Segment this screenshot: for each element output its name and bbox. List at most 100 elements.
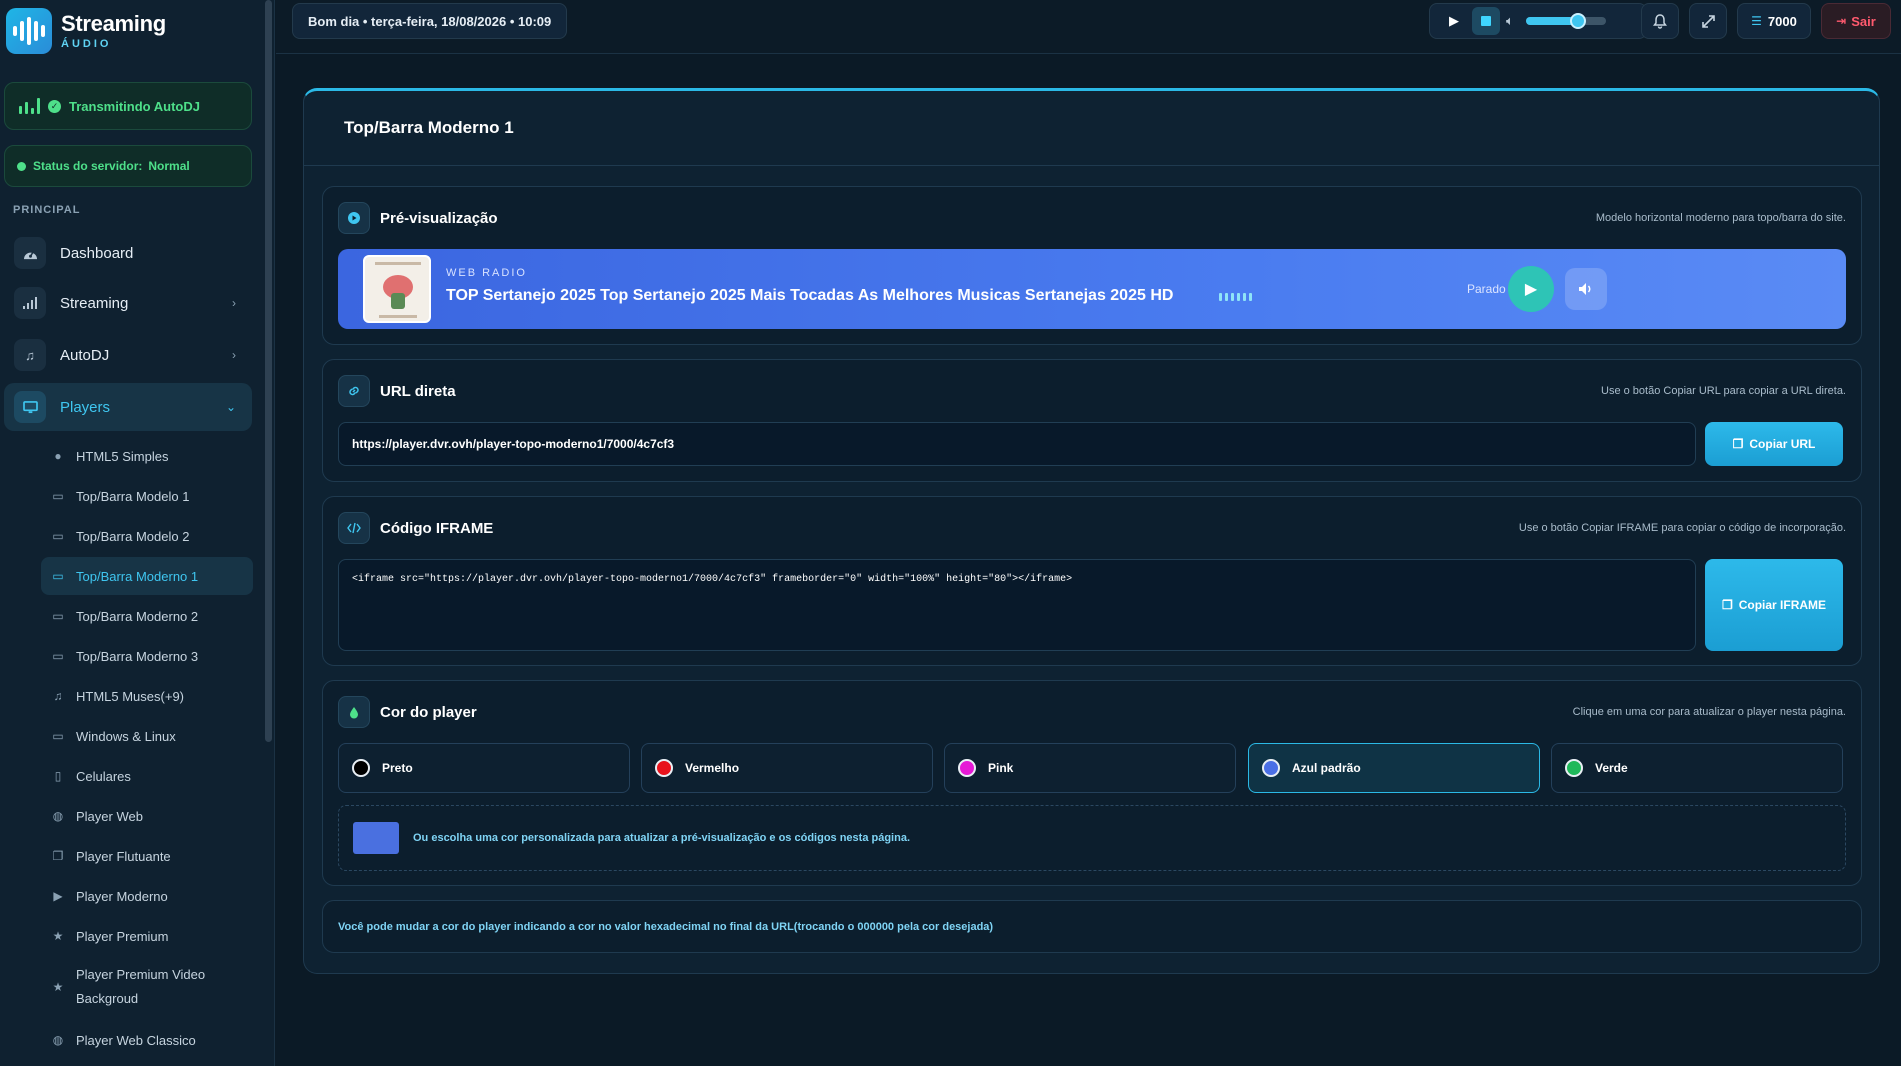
iframe-code-textarea[interactable]: <iframe src="https://player.dvr.ovh/play…	[338, 559, 1696, 651]
url-title: URL direta	[380, 382, 456, 400]
volume-icon	[1579, 283, 1591, 295]
color-swatch	[1565, 759, 1583, 777]
notifications-button[interactable]	[1641, 3, 1679, 39]
window-icon: ▭	[52, 529, 64, 543]
color-option-label: Vermelho	[685, 761, 740, 775]
color-option-preto[interactable]: Preto	[338, 743, 630, 793]
play-circle-icon	[338, 202, 370, 234]
brand[interactable]: Streaming ÁUDIO	[6, 8, 166, 54]
copy-icon: ❐	[1732, 437, 1744, 451]
sidebar-subitem-label: Player Premium	[76, 928, 169, 944]
volume-slider-handle[interactable]	[1569, 13, 1586, 29]
sidebar-subitem-top-barra-moderno-3[interactable]: ▭ Top/Barra Moderno 3	[41, 637, 253, 675]
sidebar-subitem-label: Player Web Classico	[76, 1032, 196, 1048]
sidebar-subitem-label: HTML5 Simples	[76, 448, 169, 464]
copy-iframe-button[interactable]: ❐ Copiar IFRAME	[1705, 559, 1843, 651]
brand-title: Streaming	[61, 11, 166, 36]
page-title: Top/Barra Moderno 1	[304, 91, 1879, 166]
play-button[interactable]: ▶	[1440, 7, 1468, 35]
sidebar-subitem-player-moderno[interactable]: ▶ Player Moderno	[41, 877, 253, 915]
volume-slider[interactable]	[1525, 13, 1606, 29]
sidebar-subitem-player-flutuante[interactable]: ❐ Player Flutuante	[41, 837, 253, 875]
sidebar-item-dashboard[interactable]: Dashboard	[4, 229, 252, 277]
monitor-icon	[14, 391, 46, 423]
listeners-count[interactable]: ☰ 7000	[1737, 3, 1811, 39]
custom-color-text: Ou escolha uma cor personalizada para at…	[413, 832, 911, 844]
autodj-status-pill: ✓ Transmitindo AutoDJ	[4, 82, 252, 130]
copy-url-button[interactable]: ❐ Copiar URL	[1705, 422, 1843, 466]
window-icon: ▭	[52, 489, 64, 503]
expand-icon	[1701, 14, 1715, 28]
sidebar-subitem-player-premium-video[interactable]: ★ Player Premium Video Backgroud	[41, 962, 253, 1012]
mini-player-controls: ▶ 🔈︎	[1429, 3, 1647, 39]
info-panel: Você pode mudar a cor do player indicand…	[322, 900, 1862, 953]
sidebar-subitem-player-premium[interactable]: ★ Player Premium	[41, 917, 253, 955]
main-card: Top/Barra Moderno 1 Pré-visualização Mod…	[303, 88, 1880, 974]
album-art	[363, 255, 431, 323]
color-title: Cor do player	[380, 703, 477, 721]
color-option-verde[interactable]: Verde	[1551, 743, 1843, 793]
sidebar-subitem-label: Player Moderno	[76, 888, 168, 904]
globe-icon: ◍	[52, 809, 64, 823]
sidebar-subitem-top-barra-moderno-1[interactable]: ▭ Top/Barra Moderno 1	[41, 557, 253, 595]
color-option-label: Preto	[382, 761, 413, 775]
sidebar-subitem-label: Windows & Linux	[76, 728, 176, 744]
sidebar-subitem-top-barra-moderno-2[interactable]: ▭ Top/Barra Moderno 2	[41, 597, 253, 635]
preview-title: Pré-visualização	[380, 209, 498, 227]
sidebar-subitem-top-barra-modelo-1[interactable]: ▭ Top/Barra Modelo 1	[41, 477, 253, 515]
fullscreen-button[interactable]	[1689, 3, 1727, 39]
logout-button[interactable]: ⇥ Sair	[1821, 3, 1891, 39]
droplet-icon	[338, 696, 370, 728]
sidebar-item-streaming[interactable]: Streaming ›	[4, 279, 252, 327]
color-option-pink[interactable]: Pink	[944, 743, 1236, 793]
monitor-icon: ▭	[52, 609, 64, 623]
volume-icon: 🔈︎	[1506, 13, 1514, 28]
preview-status: Parado	[1467, 282, 1506, 296]
color-option-vermelho[interactable]: Vermelho	[641, 743, 933, 793]
iframe-panel: Código IFRAME Use o botão Copiar IFRAME …	[322, 496, 1862, 666]
info-text: Você pode mudar a cor do player indicand…	[338, 920, 994, 933]
status-dot-icon	[17, 161, 26, 171]
top-bar: Bom dia • terça-feira, 18/08/2026 • 10:0…	[276, 0, 1901, 54]
check-icon: ✓	[48, 99, 61, 113]
listeners-value: 7000	[1767, 13, 1797, 29]
sidebar-subitem-player-web-classico[interactable]: ◍ Player Web Classico	[41, 1021, 253, 1059]
sidebar-subitem-celulares[interactable]: ▯ Celulares	[41, 757, 253, 795]
sidebar-item-autodj[interactable]: ♫ AutoDJ ›	[4, 331, 252, 379]
server-icon: ☰	[1751, 14, 1762, 28]
sidebar-item-label: Dashboard	[60, 244, 134, 262]
sidebar-subitem-top-barra-modelo-2[interactable]: ▭ Top/Barra Modelo 2	[41, 517, 253, 555]
sidebar: Streaming ÁUDIO ✓ Transmitindo AutoDJ St…	[0, 0, 275, 1066]
custom-color-picker[interactable]	[353, 822, 399, 854]
preview-play-button[interactable]: ▶	[1508, 266, 1554, 312]
sidebar-scrollbar[interactable]	[265, 0, 272, 742]
sidebar-item-label: AutoDJ	[60, 346, 110, 364]
sidebar-subitem-label: Celulares	[76, 768, 131, 784]
phone-icon: ▯	[54, 769, 62, 783]
preview-volume-button[interactable]	[1565, 268, 1607, 310]
sidebar-subitem-label: Top/Barra Modelo 1	[76, 488, 190, 504]
link-icon	[338, 375, 370, 407]
preview-hint: Modelo horizontal moderno para topo/barr…	[1595, 212, 1846, 224]
sidebar-subitem-label: Player Web	[76, 808, 143, 824]
direct-url-input[interactable]	[338, 422, 1696, 466]
signal-icon	[14, 287, 46, 319]
preview-track-title: TOP Sertanejo 2025 Top Sertanejo 2025 Ma…	[446, 287, 1174, 304]
stop-icon	[1481, 16, 1491, 26]
star-icon: ★	[52, 929, 64, 943]
equalizer-icon	[1219, 293, 1252, 301]
bell-icon	[1653, 13, 1667, 29]
sidebar-subitem-windows-linux[interactable]: ▭ Windows & Linux	[41, 717, 253, 755]
color-swatch	[1262, 759, 1280, 777]
iframe-hint: Use o botão Copiar IFRAME para copiar o …	[1518, 522, 1846, 534]
sidebar-subitem-html5-simples[interactable]: ● HTML5 Simples	[41, 437, 253, 475]
server-status-label: Status do servidor:	[33, 159, 143, 173]
color-swatch	[352, 759, 370, 777]
sidebar-subitem-player-web[interactable]: ◍ Player Web	[41, 797, 253, 835]
color-option-azul-padrao[interactable]: Azul padrão	[1248, 743, 1540, 793]
sidebar-subitem-label: Top/Barra Moderno 1	[76, 568, 199, 584]
sidebar-item-label: Players	[60, 398, 111, 416]
sidebar-item-players[interactable]: Players ⌄	[4, 383, 252, 431]
stop-button[interactable]	[1472, 7, 1500, 35]
sidebar-subitem-html5-muses[interactable]: ♫ HTML5 Muses(+9)	[41, 677, 253, 715]
